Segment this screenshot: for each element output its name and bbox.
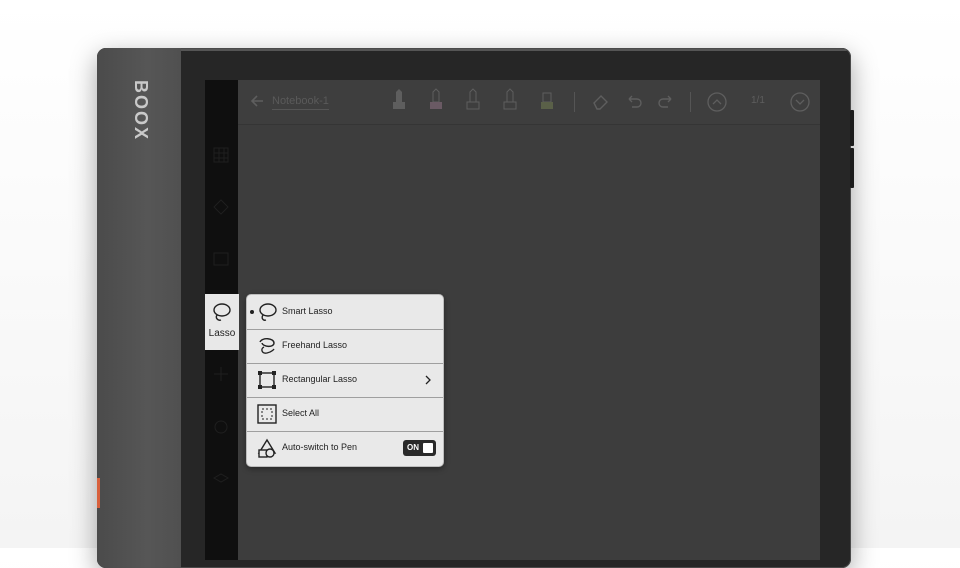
image-icon[interactable]: [212, 250, 230, 268]
freehand-lasso-icon: [259, 338, 275, 354]
toggle-state: ON: [407, 443, 419, 452]
lasso-tab-label: Lasso: [208, 328, 236, 339]
auto-switch-toggle[interactable]: ON: [403, 440, 436, 456]
toolbar-divider: [690, 92, 691, 112]
lasso-icon: [213, 303, 231, 321]
selected-dot: [250, 310, 254, 314]
top-toolbar: Notebook-1 1/1: [238, 80, 820, 125]
lasso-options-menu: Smart Lasso Freehand Lasso Rectangular L…: [246, 294, 444, 467]
eraser-icon[interactable]: [591, 92, 611, 110]
marker-icon[interactable]: [464, 88, 482, 114]
brush-icon[interactable]: [501, 88, 519, 114]
select-all-icon: [257, 404, 277, 424]
toolbar-divider: [574, 92, 575, 112]
layers-icon[interactable]: [212, 470, 230, 488]
page-down-icon[interactable]: [789, 91, 811, 113]
undo-icon[interactable]: [624, 92, 644, 110]
menu-item-label: Auto-switch to Pen: [282, 442, 358, 452]
grid-icon[interactable]: [212, 146, 230, 164]
brand-logo: BOOX: [131, 80, 151, 142]
menu-item-freehand-lasso[interactable]: Freehand Lasso: [247, 329, 443, 364]
highlighter-icon[interactable]: [538, 88, 556, 114]
device-left-panel: BOOX: [97, 48, 181, 568]
toggle-knob: [423, 443, 433, 453]
menu-item-smart-lasso[interactable]: Smart Lasso: [247, 295, 443, 330]
smart-lasso-icon: [259, 303, 277, 321]
page-number: 1/1: [751, 95, 765, 106]
page-up-icon[interactable]: [706, 91, 728, 113]
redo-icon[interactable]: [656, 92, 676, 110]
lasso-tool-tab[interactable]: Lasso: [205, 294, 239, 350]
menu-item-label: Freehand Lasso: [282, 340, 348, 350]
side-button[interactable]: [850, 110, 854, 146]
menu-item-auto-switch-pen[interactable]: Auto-switch to Pen ON: [247, 431, 443, 466]
rectangular-lasso-icon: [258, 371, 276, 389]
side-button[interactable]: [850, 148, 854, 188]
menu-item-select-all[interactable]: Select All: [247, 397, 443, 432]
page-turn-accent: [97, 478, 100, 508]
move-icon[interactable]: [212, 365, 230, 383]
menu-item-rectangular-lasso[interactable]: Rectangular Lasso: [247, 363, 443, 398]
notebook-title[interactable]: Notebook-1: [272, 95, 329, 110]
pen-icon[interactable]: [390, 88, 408, 114]
device-edge: [101, 49, 847, 51]
menu-item-label: Rectangular Lasso: [282, 374, 358, 384]
pencil-icon[interactable]: [427, 88, 445, 114]
menu-item-label: Smart Lasso: [282, 306, 333, 316]
shape-icon[interactable]: [212, 198, 230, 216]
chevron-right-icon: [425, 375, 431, 385]
back-icon[interactable]: [248, 92, 266, 110]
auto-switch-pen-icon: [257, 438, 277, 458]
menu-item-label: Select All: [282, 408, 320, 418]
text-icon[interactable]: [212, 418, 230, 436]
